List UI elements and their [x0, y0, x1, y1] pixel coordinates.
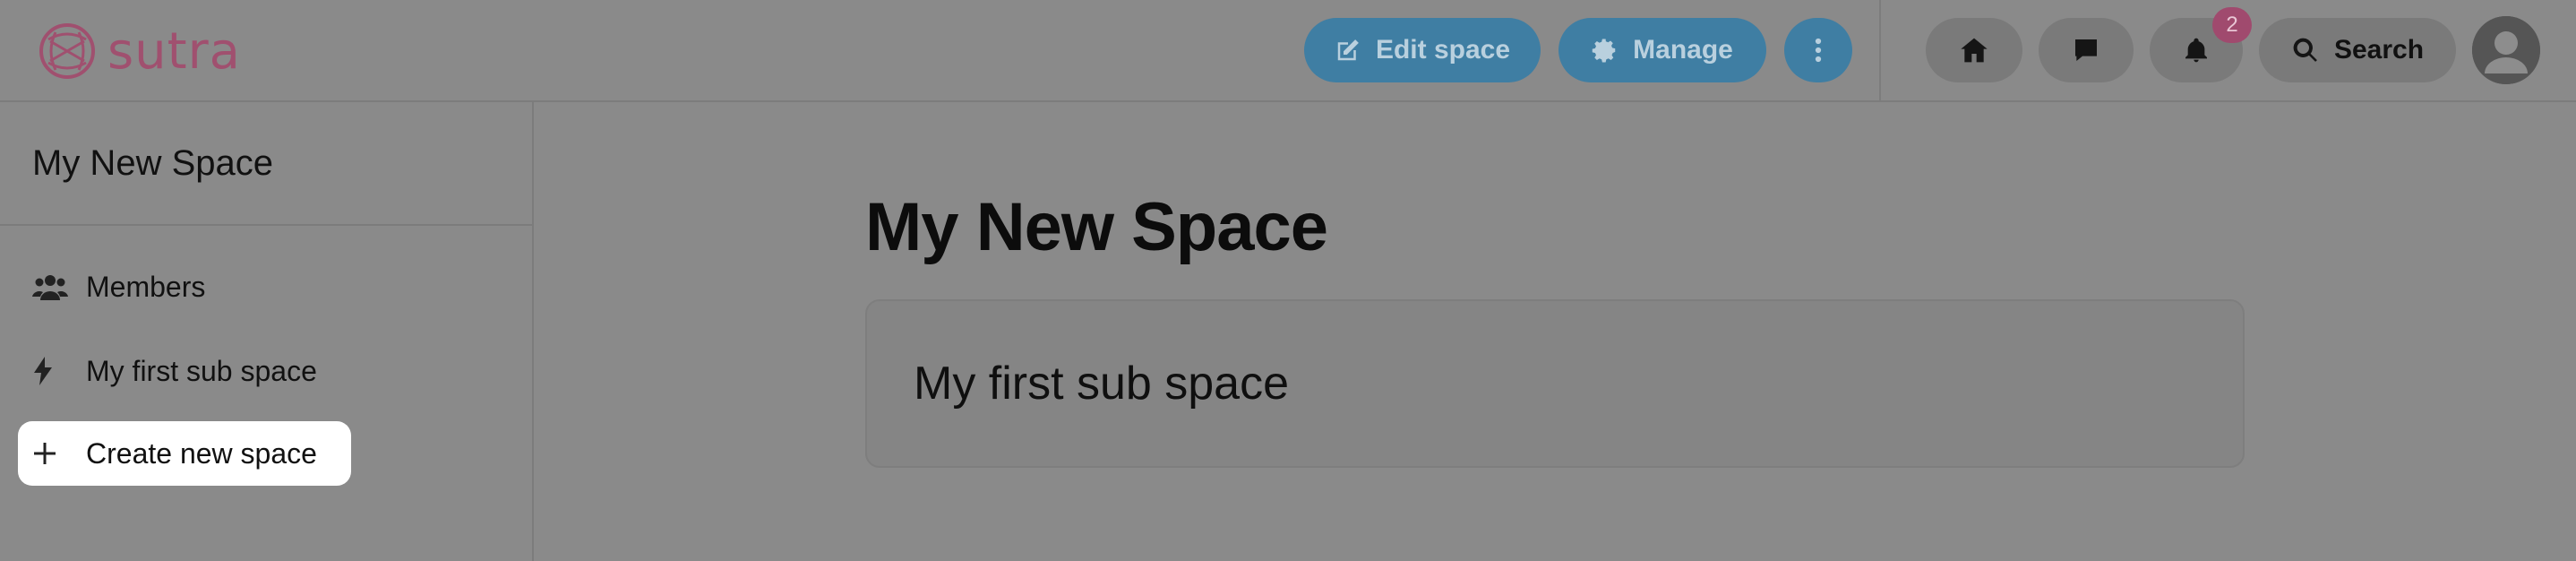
header-divider: [1879, 0, 1881, 102]
home-button[interactable]: [1926, 18, 2022, 82]
search-icon: [2293, 38, 2317, 62]
sub-space-card-title: My first sub space: [914, 358, 1290, 410]
messages-button[interactable]: [2039, 18, 2134, 82]
users-icon: [32, 272, 68, 302]
gear-icon: [1592, 39, 1616, 63]
user-avatar-icon: [2472, 16, 2540, 84]
home-icon: [1961, 38, 1988, 63]
sidebar: My New Space Members My first sub space: [0, 102, 534, 561]
logo[interactable]: sutra: [38, 18, 241, 84]
vertical-ellipsis-icon: [1815, 38, 1822, 63]
notification-badge: 2: [2212, 7, 2252, 43]
sidebar-item-my-first-sub-space[interactable]: My first sub space: [18, 339, 358, 403]
sidebar-item-label: Members: [86, 270, 206, 303]
search-label: Search: [2333, 35, 2425, 65]
top-bar: sutra Edit space Manage 2 Search: [0, 0, 2576, 102]
create-new-space-button[interactable]: Create new space: [18, 421, 351, 486]
bell-icon: [2185, 38, 2207, 63]
manage-button[interactable]: Manage: [1558, 18, 1766, 82]
sidebar-item-label: Create new space: [86, 436, 317, 470]
logo-text: sutra: [107, 22, 241, 81]
edit-space-button[interactable]: Edit space: [1304, 18, 1541, 82]
edit-space-label: Edit space: [1375, 35, 1511, 65]
page: sutra Edit space Manage 2 Search My New …: [0, 0, 2576, 561]
sidebar-space-title: My New Space: [32, 143, 273, 183]
bolt-icon: [32, 356, 68, 386]
search-button[interactable]: Search: [2259, 18, 2456, 82]
sidebar-item-label: My first sub space: [86, 354, 317, 387]
sub-space-card[interactable]: My first sub space: [865, 299, 2245, 468]
more-options-button[interactable]: [1784, 18, 1852, 82]
page-title: My New Space: [865, 189, 1328, 265]
user-avatar[interactable]: [2472, 16, 2540, 84]
sidebar-item-members[interactable]: Members: [18, 255, 358, 319]
sidebar-divider: [0, 224, 532, 226]
edit-icon: [1337, 39, 1359, 61]
manage-label: Manage: [1633, 35, 1733, 65]
chat-icon: [2075, 39, 2097, 61]
plus-icon: [32, 438, 68, 469]
sutra-logo-icon: [39, 23, 95, 79]
